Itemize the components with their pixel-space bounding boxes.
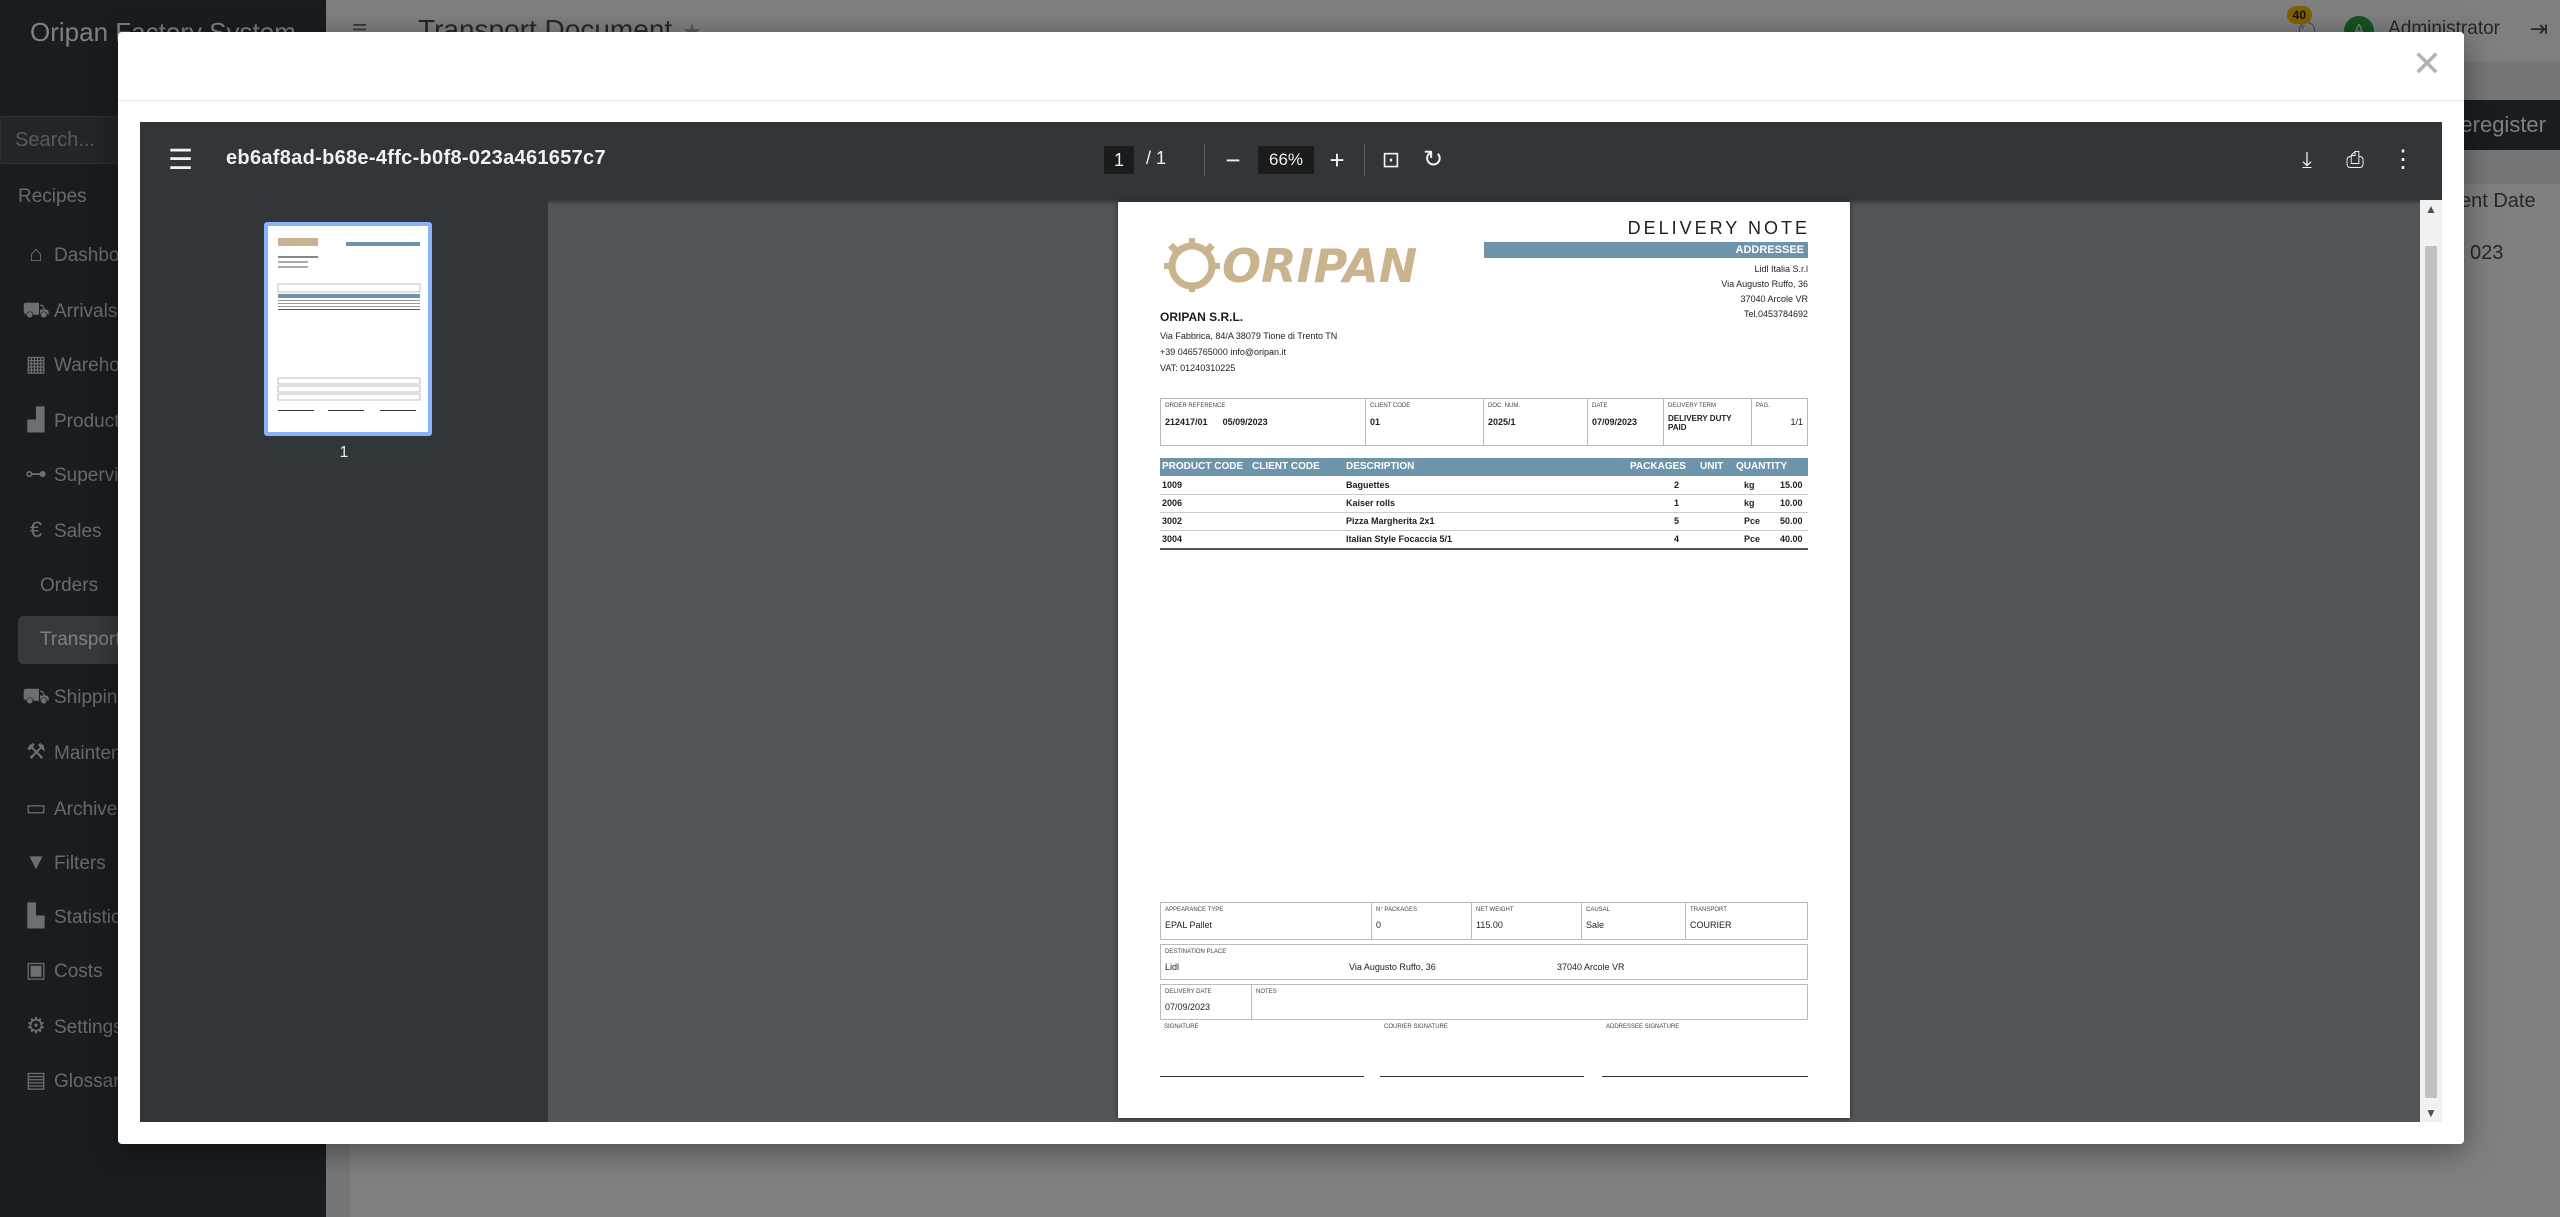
rotate-icon[interactable]: ↻	[1416, 140, 1450, 180]
company-line: +39 0465765000 info@oripan.it	[1160, 347, 1286, 357]
toolbar-separator	[1364, 144, 1365, 176]
addressee-line: Via Augusto Ruffo, 36	[1721, 279, 1808, 289]
sidebar-toggle-icon[interactable]: ☰	[168, 146, 193, 174]
page-thumbnail[interactable]	[264, 222, 432, 436]
column-header: DESCRIPTION	[1346, 461, 1415, 472]
column-header: PRODUCT CODE	[1162, 461, 1244, 472]
item-packages: 5	[1674, 516, 1680, 526]
page-number-input[interactable]: 1	[1104, 146, 1134, 174]
client-code-cell: CLIENT CODE 01	[1365, 399, 1483, 445]
zoom-level-input[interactable]: 66%	[1258, 146, 1314, 174]
thumbnail-panel: 1	[140, 200, 548, 1122]
destination-cell: DESTINATION PLACE Lidl Via Augusto Ruffo…	[1165, 949, 1625, 972]
company-name: ORIPAN S.R.L.	[1160, 310, 1244, 324]
item-desc: Kaiser rolls	[1346, 498, 1396, 508]
column-header: QUANTITY	[1736, 461, 1788, 472]
item-unit: Pce	[1744, 534, 1761, 544]
signature-line	[1160, 1076, 1364, 1077]
date-cell: DATE 07/09/2023	[1587, 399, 1663, 445]
item-code: 3004	[1162, 534, 1183, 544]
item-packages: 1	[1674, 498, 1680, 508]
pdf-modal: ✕ ☰ eb6af8ad-b68e-4ffc-b0f8-023a461657c7…	[118, 32, 2464, 1144]
addressee-signature-label: ADDRESSEE SIGNATURE	[1606, 1024, 1680, 1030]
addressee-line: 37040 Arcole VR	[1740, 294, 1808, 304]
item-code: 3002	[1162, 516, 1183, 526]
item-row: 2006 Kaiser rolls 1 kg 10.00	[1160, 494, 1808, 513]
packages-cell: N° PACKAGES 0	[1371, 903, 1471, 939]
pdf-toolbar: ☰ eb6af8ad-b68e-4ffc-b0f8-023a461657c7 1…	[140, 122, 2442, 200]
download-icon[interactable]: ⤓	[2290, 140, 2324, 180]
item-unit: Pce	[1744, 516, 1761, 526]
item-row: 1009 Baguettes 2 kg 15.00	[1160, 476, 1808, 495]
company-line: VAT: 01240310225	[1160, 363, 1236, 373]
scroll-down-arrow[interactable]: ▼	[2420, 1106, 2442, 1120]
item-desc: Pizza Margherita 2x1	[1346, 516, 1435, 526]
item-code: 1009	[1162, 480, 1183, 490]
pdf-viewer: ☰ eb6af8ad-b68e-4ffc-b0f8-023a461657c7 1…	[140, 122, 2442, 1122]
causal-cell: CAUSAL Sale	[1581, 903, 1685, 939]
addressee-line: Tel.0453784692	[1743, 309, 1808, 319]
column-header: UNIT	[1700, 461, 1724, 472]
courier-signature-label: COURIER SIGNATURE	[1384, 1024, 1448, 1030]
toolbar-separator	[1204, 144, 1205, 176]
modal-divider	[118, 100, 2464, 101]
print-icon[interactable]: ⎙	[2338, 140, 2372, 180]
item-qty: 50.00	[1780, 516, 1803, 526]
oripan-logo: ORIPAN	[1160, 230, 1420, 294]
more-options-icon[interactable]: ⋮	[2386, 140, 2420, 180]
delivery-date-table: DELIVERY DATE 07/09/2023 NOTES	[1160, 984, 1808, 1020]
item-desc: Italian Style Focaccia 5/1	[1346, 534, 1453, 544]
zoom-in-icon[interactable]: +	[1320, 140, 1354, 180]
shipment-info-table: APPEARANCE TYPE EPAL Pallet N° PACKAGES 0 …	[1160, 902, 1808, 940]
signature-label: SIGNATURE	[1164, 1024, 1199, 1030]
vertical-scrollbar[interactable]: ▲ ▼	[2420, 200, 2442, 1122]
thumbnail-page-number: 1	[339, 444, 349, 461]
addressee-header: ADDRESSEE	[1484, 242, 1808, 258]
item-unit: kg	[1744, 480, 1755, 490]
item-unit: kg	[1744, 498, 1755, 508]
items-table-header: PRODUCT CODE CLIENT CODE DESCRIPTION PAC…	[1160, 458, 1808, 476]
item-qty: 40.00	[1780, 534, 1803, 544]
doc-num-cell: DOC. NUM. 2025/1	[1483, 399, 1587, 445]
fit-page-icon[interactable]: ⊡	[1374, 140, 1408, 180]
order-reference-cell: ORDER REFERENCE 212417/01 05/09/2023	[1165, 403, 1268, 427]
item-row: 3002 Pizza Margherita 2x1 5 Pce 50.00	[1160, 512, 1808, 531]
close-icon[interactable]: ✕	[2412, 46, 2442, 82]
item-packages: 4	[1674, 534, 1680, 544]
transport-cell: TRANSPORT COURIER	[1685, 903, 1807, 939]
document-title: DELIVERY NOTE	[1627, 218, 1810, 238]
order-info-table: ORDER REFERENCE 212417/01 05/09/2023 CLI…	[1160, 398, 1808, 446]
company-line: Via Fabbrica, 84/A 38079 Tione di Trento…	[1160, 331, 1338, 341]
delivery-date-cell: DELIVERY DATE 07/09/2023	[1165, 989, 1212, 1012]
page-total: / 1	[1146, 148, 1167, 168]
net-weight-cell: NET WEIGHT 115.00	[1471, 903, 1581, 939]
item-qty: 15.00	[1780, 480, 1803, 490]
column-header: CLIENT CODE	[1252, 461, 1320, 472]
notes-cell: NOTES	[1251, 985, 1807, 1019]
addressee-line: Lidl Italia S.r.l	[1754, 264, 1808, 274]
svg-text:ORIPAN: ORIPAN	[1222, 239, 1417, 293]
item-desc: Baguettes	[1346, 480, 1390, 490]
item-row: 3004 Italian Style Focaccia 5/1 4 Pce 40.00	[1160, 530, 1808, 550]
pag-cell: PAG. 1/1	[1751, 399, 1807, 445]
company-block: Via Fabbrica, 84/A 38079 Tione di Trento…	[1160, 328, 1337, 376]
zoom-out-icon[interactable]: −	[1216, 140, 1250, 180]
document-page: ORIPAN DELIVERY NOTE ADDRESSEE Lidl Ital…	[1118, 202, 1850, 1118]
scroll-up-arrow[interactable]: ▲	[2420, 202, 2442, 216]
courier-signature-line	[1380, 1076, 1584, 1077]
delivery-term-cell: DELIVERY TERM DELIVERY DUTY PAID	[1663, 399, 1751, 445]
scroll-thumb[interactable]	[2425, 246, 2437, 1098]
addressee-block: Lidl Italia S.r.l Via Augusto Ruffo, 36 …	[1721, 262, 1808, 322]
addressee-signature-line	[1602, 1076, 1808, 1077]
item-qty: 10.00	[1780, 498, 1803, 508]
item-packages: 2	[1674, 480, 1680, 490]
item-code: 2006	[1162, 498, 1183, 508]
pdf-filename: eb6af8ad-b68e-4ffc-b0f8-023a461657c7	[226, 147, 606, 169]
appearance-cell: APPEARANCE TYPE EPAL Pallet	[1165, 907, 1224, 930]
column-header: PACKAGES	[1630, 461, 1686, 472]
destination-table: DESTINATION PLACE Lidl Via Augusto Ruffo…	[1160, 944, 1808, 980]
